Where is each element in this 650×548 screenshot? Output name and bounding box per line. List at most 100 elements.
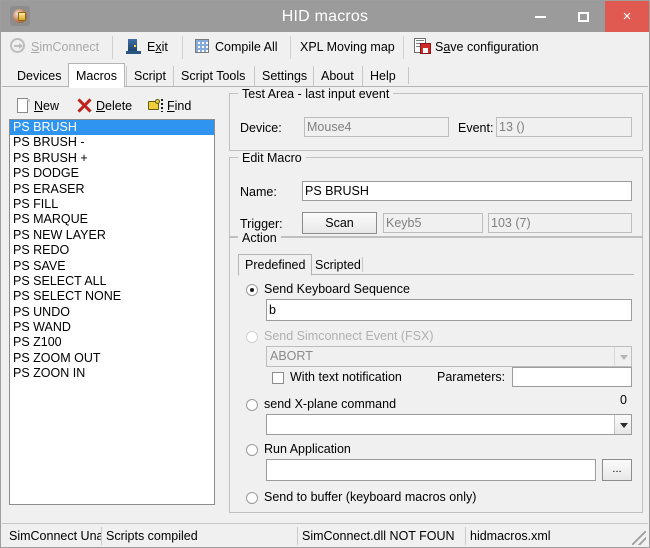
list-item[interactable]: PS SELECT ALL [10, 274, 214, 289]
status-simconnectdll: SimConnect.dll NOT FOUN [297, 527, 465, 545]
radio-run-application[interactable] [246, 444, 258, 456]
tab-scripted[interactable]: Scripted [308, 256, 367, 275]
new-page-icon [15, 97, 31, 114]
label-send-simconnect-event[interactable]: Send Simconnect Event (FSX) [264, 329, 434, 343]
toolbar-exit-button[interactable]: Exit [126, 35, 168, 60]
test-area-group: Test Area - last input event Device: Mou… [229, 87, 643, 151]
delete-x-icon [77, 98, 93, 114]
radio-send-to-buffer[interactable] [246, 492, 258, 504]
list-item[interactable]: PS BRUSH [10, 120, 214, 136]
label-with-text-notification[interactable]: With text notification [290, 370, 402, 384]
maximize-button[interactable] [562, 1, 605, 32]
status-bar: SimConnect Unav Scripts compiled SimConn… [2, 523, 648, 547]
tab-settings[interactable]: Settings [254, 66, 314, 87]
list-item[interactable]: PS Z100 [10, 335, 214, 350]
app-window: HID macros × SimConnect Exit Compile All… [0, 0, 650, 548]
run-application-input[interactable] [266, 459, 596, 481]
simconnect-icon [10, 38, 27, 55]
list-item[interactable]: PS ZOON IN [10, 366, 214, 381]
close-button[interactable]: × [605, 1, 649, 32]
list-item[interactable]: PS BRUSH - [10, 135, 214, 150]
macro-name-input[interactable]: PS BRUSH [302, 181, 632, 201]
xplane-command-combo[interactable] [266, 414, 632, 435]
tab-script[interactable]: Script [126, 66, 173, 87]
list-item[interactable]: PS BRUSH + [10, 151, 214, 166]
tab-help[interactable]: Help [362, 66, 403, 87]
list-item[interactable]: PS SAVE [10, 259, 214, 274]
tab-about[interactable]: About [313, 66, 361, 87]
list-item[interactable]: PS FILL [10, 197, 214, 212]
browse-button[interactable]: ... [602, 459, 632, 481]
label-run-application[interactable]: Run Application [264, 442, 351, 456]
event-label: Event: [458, 121, 494, 135]
event-field[interactable]: 13 () [496, 117, 632, 137]
device-field[interactable]: Mouse4 [304, 117, 449, 137]
checkbox-with-text-notification[interactable] [272, 372, 284, 384]
list-item[interactable]: PS REDO [10, 243, 214, 258]
action-tabstrip: Predefined Scripted [238, 254, 634, 276]
chevron-down-icon[interactable] [614, 347, 631, 366]
radio-send-xplane-command[interactable] [246, 399, 258, 411]
action-tabstrip-end-divider [362, 257, 363, 272]
test-area-title: Test Area - last input event [238, 87, 394, 101]
edit-macro-title: Edit Macro [238, 151, 306, 165]
tab-predefined[interactable]: Predefined [238, 254, 313, 276]
list-item[interactable]: PS NEW LAYER [10, 228, 214, 243]
toolbar-separator [403, 36, 404, 59]
toolbar-separator [182, 36, 183, 59]
simconnect-event-value: ABORT [270, 349, 313, 363]
toolbar-compile-all-button[interactable]: Compile All [194, 35, 278, 60]
toolbar-simconnect-button[interactable]: SimConnect [10, 35, 99, 60]
new-macro-button[interactable]: New [15, 95, 59, 117]
tab-macros[interactable]: Macros [68, 63, 125, 88]
trigger-label: Trigger: [240, 217, 283, 231]
minimize-button[interactable] [519, 1, 562, 32]
toolbar-save-configuration-button[interactable]: Save configuration [414, 35, 539, 60]
radio-send-simconnect-event[interactable] [246, 331, 258, 343]
edit-macro-group: Edit Macro Name: PS BRUSH Trigger: Scan … [229, 151, 643, 237]
label-send-to-buffer[interactable]: Send to buffer (keyboard macros only) [264, 490, 476, 504]
toolbar-separator [290, 36, 291, 59]
resize-grip[interactable] [632, 531, 646, 545]
main-tabstrip: Devices Macros Script Script Tools Setti… [2, 63, 648, 88]
tab-script-tools[interactable]: Script Tools [173, 66, 252, 87]
find-hand-icon [148, 98, 164, 114]
minimize-icon [535, 15, 546, 18]
exit-door-icon [126, 38, 143, 55]
scan-button[interactable]: Scan [302, 212, 377, 234]
toolbar-separator [112, 36, 113, 59]
status-config-file: hidmacros.xml [465, 527, 625, 545]
radio-send-keyboard-sequence[interactable] [246, 284, 258, 296]
label-send-keyboard-sequence[interactable]: Send Keyboard Sequence [264, 282, 410, 296]
list-item[interactable]: PS UNDO [10, 305, 214, 320]
macro-listbox[interactable]: PS BRUSH PS BRUSH - PS BRUSH + PS DODGE … [9, 119, 215, 505]
name-label: Name: [240, 185, 277, 199]
device-label: Device: [240, 121, 282, 135]
list-item[interactable]: PS DODGE [10, 166, 214, 181]
list-item[interactable]: PS WAND [10, 320, 214, 335]
trigger-code-field[interactable]: 103 (7) [488, 213, 632, 233]
status-scripts: Scripts compiled [101, 527, 297, 545]
keyboard-sequence-input[interactable]: b [266, 299, 632, 321]
simconnect-event-combo[interactable]: ABORT [266, 346, 632, 367]
action-title: Action [238, 231, 281, 245]
tab-devices[interactable]: Devices [10, 66, 68, 87]
list-item[interactable]: PS ERASER [10, 182, 214, 197]
maximize-icon [578, 12, 589, 23]
chevron-down-icon[interactable] [614, 415, 631, 434]
macro-list-toolbar: New Delete Find [9, 95, 217, 119]
compile-grid-icon [194, 38, 211, 55]
toolbar-xpl-moving-map-button[interactable]: XPL Moving map [300, 35, 395, 60]
delete-macro-button[interactable]: Delete [77, 95, 132, 117]
list-item[interactable]: PS MARQUE [10, 212, 214, 227]
list-item[interactable]: PS ZOOM OUT [10, 351, 214, 366]
action-group: Action Predefined Scripted Send Keyboard… [229, 231, 643, 513]
parameters-input[interactable] [512, 367, 632, 387]
title-bar: HID macros × [1, 1, 649, 32]
main-toolbar: SimConnect Exit Compile All XPL Moving m… [2, 32, 648, 63]
list-item[interactable]: PS SELECT NONE [10, 289, 214, 304]
label-send-xplane-command[interactable]: send X-plane command [264, 397, 396, 411]
parameters-label: Parameters: [437, 370, 506, 384]
find-macro-button[interactable]: Find [148, 95, 191, 117]
trigger-device-field[interactable]: Keyb5 [383, 213, 483, 233]
